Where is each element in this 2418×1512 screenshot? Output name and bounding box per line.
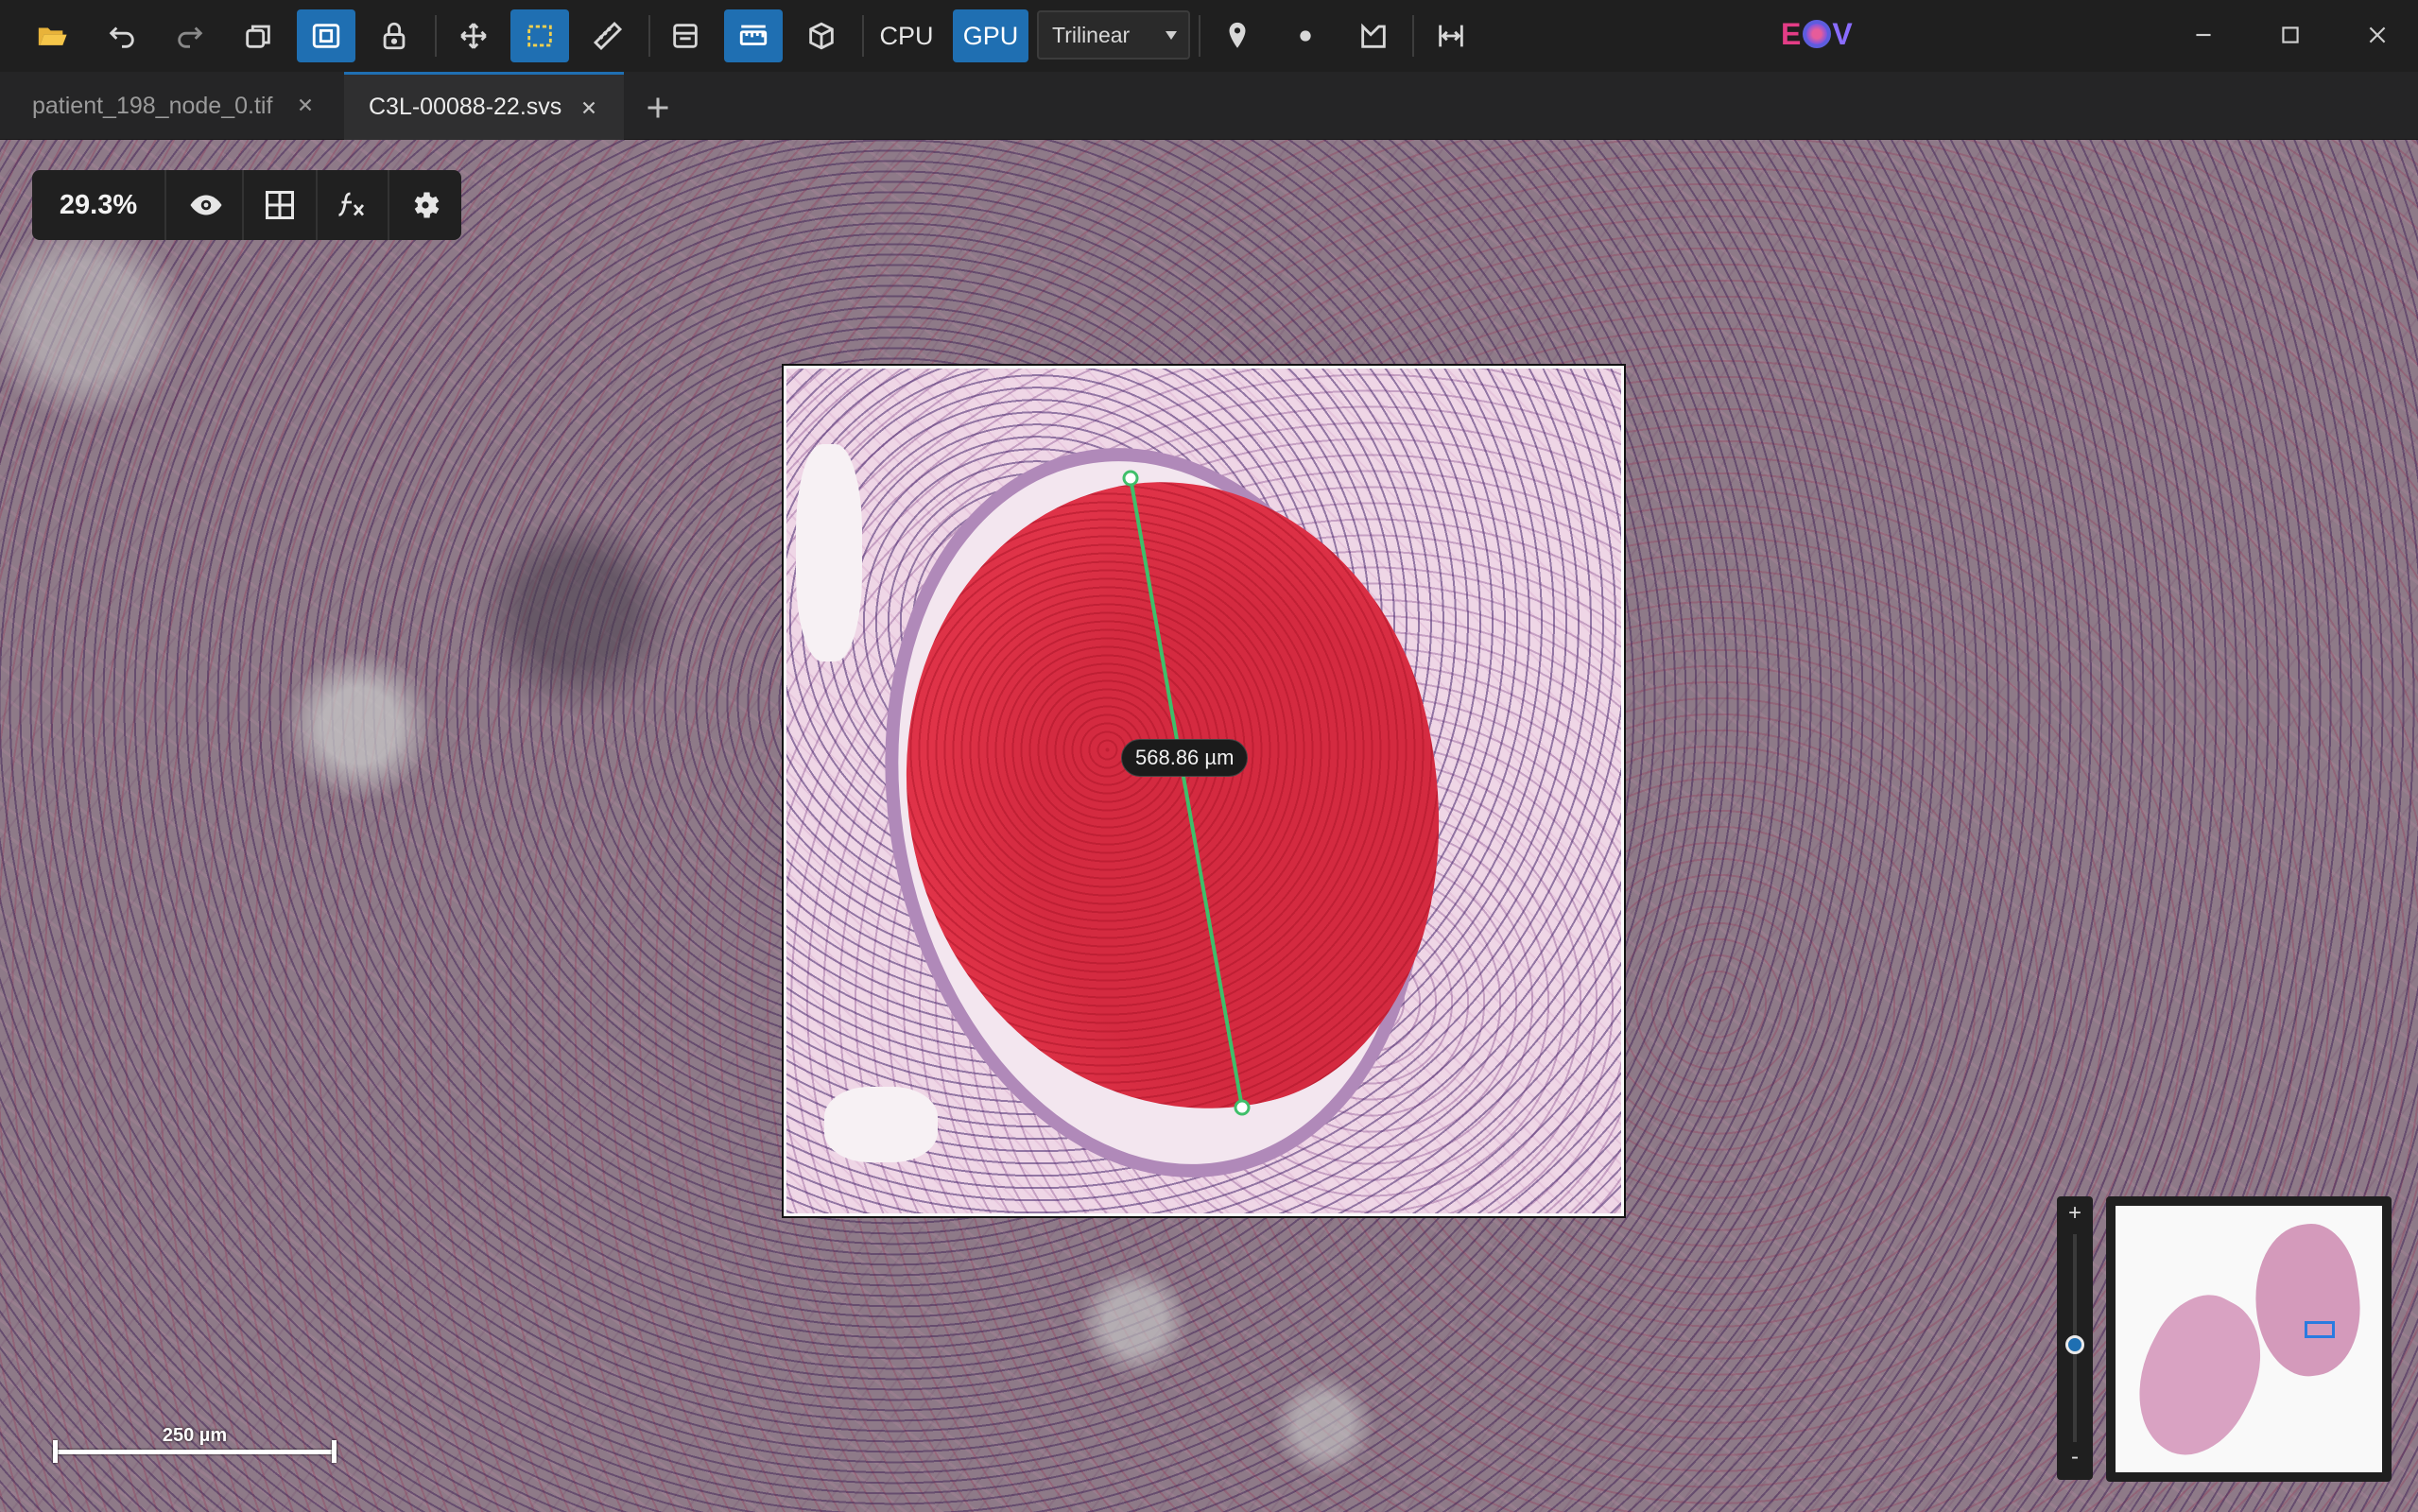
close-tab-icon[interactable]: [295, 94, 316, 115]
scale-bar-label: 250 µm: [162, 1425, 228, 1446]
divider: [164, 170, 166, 240]
close-tab-icon[interactable]: [579, 97, 599, 118]
toolbar-divider: [1412, 15, 1414, 57]
layers-icon[interactable]: [229, 9, 287, 62]
toolbar-divider: [435, 15, 437, 57]
polygon-icon[interactable]: [1344, 9, 1403, 62]
minimap[interactable]: [2106, 1196, 2392, 1482]
slide-viewer-canvas[interactable]: 568.86 µm 29.3% 250 µm + -: [0, 140, 2418, 1512]
compare-icon[interactable]: [1422, 9, 1480, 62]
eye-icon[interactable]: [170, 170, 242, 240]
panel-toggle-icon[interactable]: [297, 9, 355, 62]
gear-icon[interactable]: [389, 170, 461, 240]
cube-icon[interactable]: [792, 9, 851, 62]
lock-icon[interactable]: [365, 9, 423, 62]
new-tab-icon[interactable]: [641, 91, 675, 125]
cpu-toggle[interactable]: CPU: [872, 9, 941, 62]
annotation-panel-icon[interactable]: [656, 9, 715, 62]
minimap-viewport-indicator[interactable]: [2305, 1321, 2335, 1338]
inspect-window[interactable]: [782, 364, 1626, 1218]
toolbar-divider: [648, 15, 650, 57]
zoom-level[interactable]: 29.3%: [32, 170, 164, 240]
main-toolbar: CPU GPU Trilinear EV: [0, 0, 2418, 72]
interpolation-value: Trilinear: [1052, 22, 1131, 47]
ruler-icon[interactable]: [579, 9, 637, 62]
minimap-thumbnail[interactable]: [2116, 1206, 2382, 1472]
tab-patient-198[interactable]: patient_198_node_0.tif: [0, 72, 340, 140]
tissue-gap: [824, 1087, 938, 1162]
zoom-slider-knob[interactable]: [2065, 1334, 2084, 1354]
move-icon[interactable]: [444, 9, 503, 62]
scale-bar-tick: [53, 1440, 58, 1463]
blood-clot-region: [840, 427, 1508, 1170]
scale-bar: 250 µm: [53, 1425, 337, 1463]
view-controls: 29.3%: [32, 170, 461, 240]
toolbar-divider: [862, 15, 864, 57]
tab-bar: patient_198_node_0.tif C3L-00088-22.svs: [0, 72, 2418, 140]
grid-icon[interactable]: [244, 170, 316, 240]
marker-pin-icon[interactable]: [1208, 9, 1267, 62]
close-window-icon[interactable]: [2344, 8, 2410, 62]
undo-icon[interactable]: [93, 9, 151, 62]
measure-window-icon[interactable]: [724, 9, 783, 62]
scale-bar-tick: [332, 1440, 337, 1463]
folder-open-icon[interactable]: [23, 9, 81, 62]
zoom-in-button[interactable]: +: [2057, 1200, 2093, 1227]
function-icon[interactable]: [316, 170, 388, 240]
rectangle-select-icon[interactable]: [510, 9, 569, 62]
tab-c3l-00088[interactable]: C3L-00088-22.svs: [344, 72, 624, 140]
scale-bar-line: [53, 1450, 337, 1454]
tissue-gap: [796, 444, 862, 662]
chevron-down-icon: [1166, 31, 1177, 40]
tab-label: patient_198_node_0.tif: [32, 92, 273, 119]
tissue-thumbnail: [2245, 1218, 2370, 1383]
maximize-icon[interactable]: [2257, 8, 2323, 62]
interpolation-dropdown[interactable]: Trilinear: [1037, 10, 1190, 60]
gpu-toggle[interactable]: GPU: [953, 9, 1028, 62]
toolbar-divider: [1199, 15, 1200, 57]
redo-icon[interactable]: [161, 9, 219, 62]
tab-label: C3L-00088-22.svs: [369, 94, 562, 120]
app-logo: EV: [1781, 16, 1854, 51]
dot-icon[interactable]: [1276, 9, 1335, 62]
zoom-slider[interactable]: + -: [2057, 1196, 2093, 1480]
zoom-out-button[interactable]: -: [2057, 1444, 2093, 1470]
minimize-icon[interactable]: [2170, 8, 2237, 62]
measurement-label: 568.86 µm: [1121, 739, 1249, 777]
